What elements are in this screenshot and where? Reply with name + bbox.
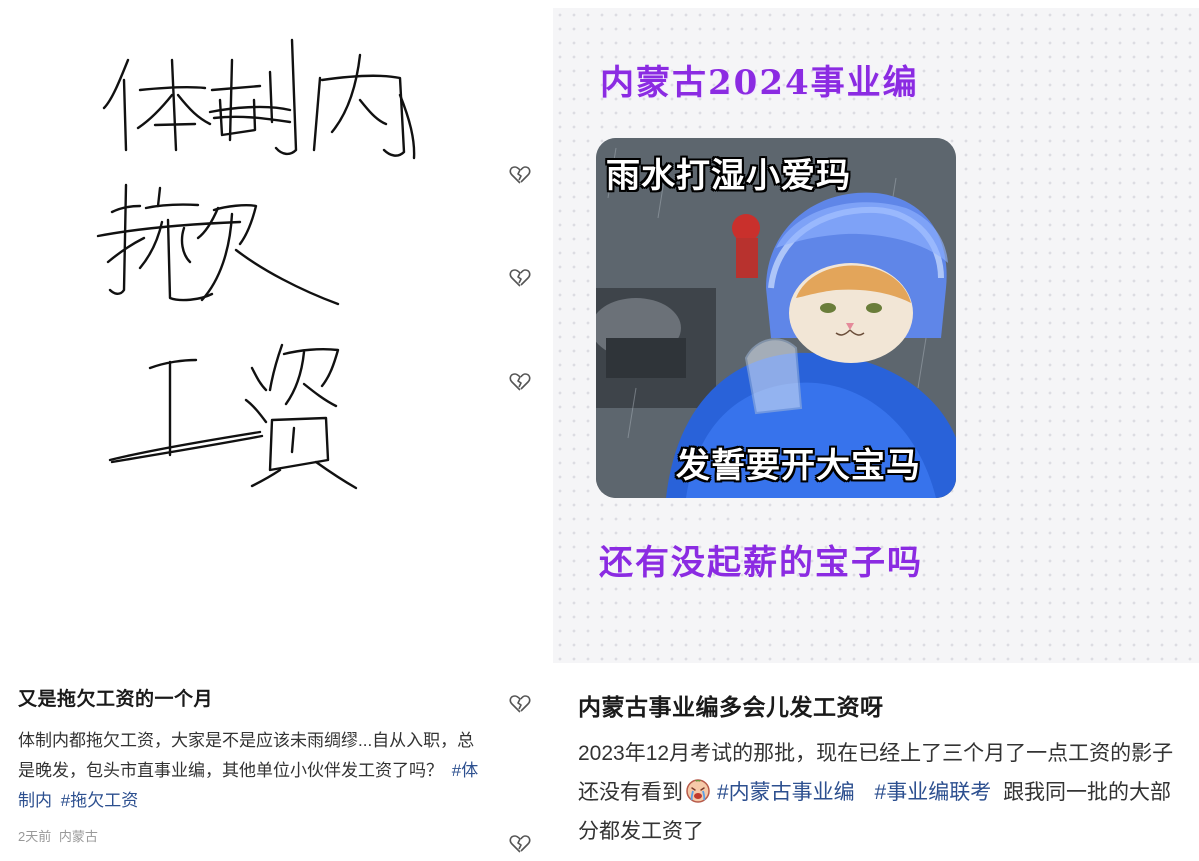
- post-body: 2023年12月考试的那批，现在已经上了三个月了一点工资的影子还没有看到 #内蒙…: [578, 734, 1178, 851]
- cat-meme-image: 雨水打湿小爱玛 发誓要开大宝马: [596, 138, 956, 498]
- poster-bottom-text: 还有没起薪的宝子吗: [599, 543, 923, 583]
- crying-face-emoji-icon: [686, 779, 710, 803]
- post-location: 内蒙古: [58, 829, 98, 844]
- broken-heart-icon[interactable]: [509, 165, 531, 185]
- hashtag-link[interactable]: #事业编联考: [875, 781, 992, 804]
- post-meta: 2天前 内蒙古: [18, 826, 98, 845]
- broken-heart-icon[interactable]: [509, 834, 531, 854]
- post-body-text: 体制内都拖欠工资，大家是不是应该未雨绸缪...自从入职，总是晚发，包头市直事业编…: [18, 731, 475, 780]
- handwriting-drawing: [96, 38, 416, 490]
- poster-image[interactable]: 内蒙古2024事业编 雨水打湿小爱玛 发誓要开大宝马 还有没起薪的宝子吗: [553, 8, 1199, 663]
- screenshot-page: 又是拖欠工资的一个月 体制内都拖欠工资，大家是不是应该未雨绸缪...自从入职，总…: [0, 0, 1199, 861]
- post-time: 2天前: [18, 829, 52, 844]
- post-card-right[interactable]: 内蒙古2024事业编 雨水打湿小爱玛 发誓要开大宝马 还有没起薪的宝子吗 内蒙古…: [553, 0, 1199, 861]
- meme-bottom-caption: 发誓要开大宝马: [676, 447, 921, 485]
- post-title[interactable]: 内蒙古事业编多会儿发工资呀: [578, 688, 884, 722]
- meme-top-caption: 雨水打湿小爱玛: [606, 157, 851, 195]
- hashtag-link[interactable]: #拖欠工资: [61, 791, 138, 810]
- broken-heart-icon[interactable]: [509, 694, 531, 714]
- poster-title: 内蒙古2024事业编: [600, 63, 919, 103]
- broken-heart-icon[interactable]: [509, 372, 531, 392]
- hashtag-link[interactable]: #内蒙古事业编: [717, 781, 855, 804]
- post-card-left[interactable]: 又是拖欠工资的一个月 体制内都拖欠工资，大家是不是应该未雨绸缪...自从入职，总…: [0, 0, 553, 861]
- handwritten-note-image[interactable]: [0, 0, 553, 650]
- post-body: 体制内都拖欠工资，大家是不是应该未雨绸缪...自从入职，总是晚发，包头市直事业编…: [18, 726, 488, 816]
- post-title[interactable]: 又是拖欠工资的一个月: [18, 684, 213, 711]
- broken-heart-icon[interactable]: [509, 268, 531, 288]
